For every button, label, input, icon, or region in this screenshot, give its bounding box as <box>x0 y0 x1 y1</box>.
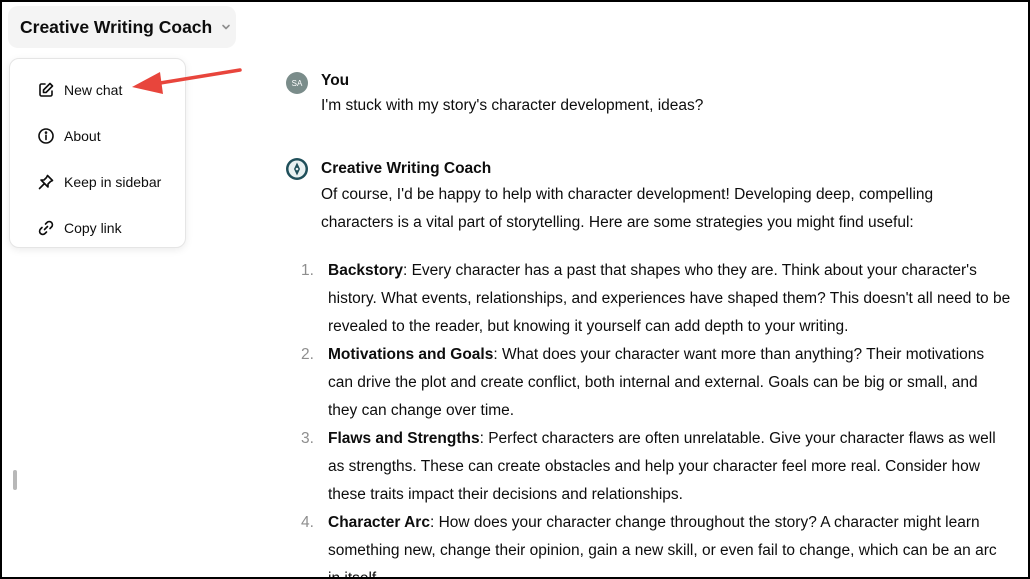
list-term: Backstory <box>328 262 403 279</box>
list-number: 4. <box>301 514 314 531</box>
user-message: I'm stuck with my story's character deve… <box>321 97 704 114</box>
list-item: 1. Backstory: Every character has a past … <box>301 257 1011 341</box>
pin-icon <box>37 173 55 191</box>
list-number: 2. <box>301 346 314 363</box>
menu-item-about[interactable]: About <box>10 113 185 159</box>
gpt-avatar-icon <box>286 158 308 180</box>
user-avatar: SA <box>286 72 308 94</box>
list-number: 1. <box>301 262 314 279</box>
info-icon <box>37 127 55 145</box>
list-term: Character Arc <box>328 514 430 531</box>
chevron-down-icon <box>220 21 232 33</box>
assistant-name: Creative Writing Coach <box>321 160 492 177</box>
list-term: Motivations and Goals <box>328 346 494 363</box>
menu-item-keep-in-sidebar[interactable]: Keep in sidebar <box>10 159 185 205</box>
list-item: 4. Character Arc: How does your character… <box>301 509 1011 579</box>
link-icon <box>37 219 55 237</box>
menu-item-label: Copy link <box>64 220 122 236</box>
assistant-intro: Of course, I'd be happy to help with cha… <box>321 186 934 231</box>
list-text: : Every character has a past that shapes… <box>328 262 1011 335</box>
strategy-list: 1. Backstory: Every character has a past … <box>301 257 1011 579</box>
edit-icon <box>37 81 55 99</box>
menu-item-copy-link[interactable]: Copy link <box>10 205 185 251</box>
list-item: 3. Flaws and Strengths: Perfect character… <box>301 425 1011 509</box>
menu-item-label: New chat <box>64 82 123 98</box>
annotation-arrow <box>132 68 242 94</box>
gpt-selector-button[interactable]: Creative Writing Coach <box>8 6 236 48</box>
list-item: 2. Motivations and Goals: What does your … <box>301 341 1011 425</box>
menu-item-label: Keep in sidebar <box>64 174 162 190</box>
sidebar-resize-handle[interactable] <box>13 470 17 490</box>
menu-item-label: About <box>64 128 101 144</box>
list-number: 3. <box>301 430 314 447</box>
gpt-name: Creative Writing Coach <box>20 16 213 37</box>
user-name: You <box>321 72 350 89</box>
list-term: Flaws and Strengths <box>328 430 480 447</box>
